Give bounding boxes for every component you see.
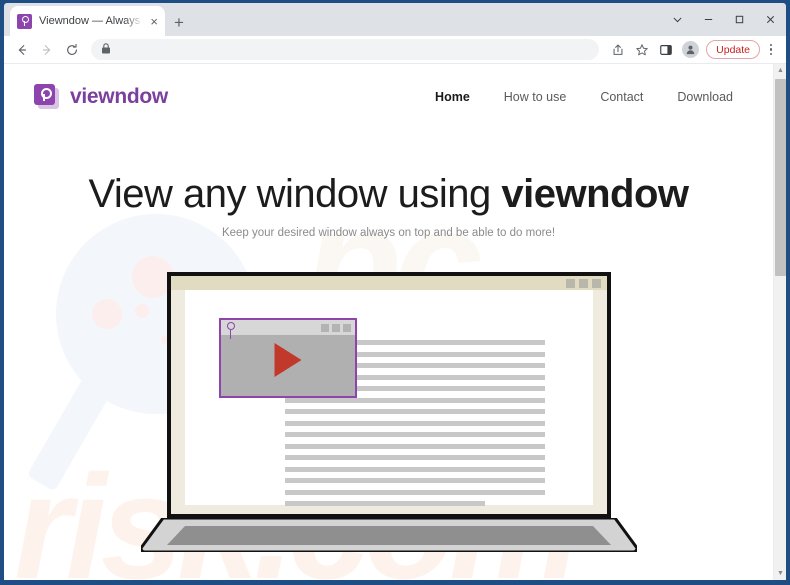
- address-bar[interactable]: [91, 39, 600, 60]
- scroll-down-arrow-icon[interactable]: ▼: [774, 567, 786, 580]
- floating-minimize-icon: [320, 323, 329, 332]
- keyhole-square-logo-icon: [34, 84, 60, 110]
- update-button[interactable]: Update: [706, 40, 760, 59]
- close-tab-icon[interactable]: ×: [150, 15, 158, 28]
- pin-icon: [226, 322, 235, 330]
- floating-maximize-icon: [331, 323, 340, 332]
- page-viewport: pc risk.com viewndow Home How to use Con…: [4, 64, 786, 580]
- tab-strip: Viewndow — Always view desired... × +: [4, 3, 786, 36]
- mock-text-line: [284, 397, 545, 403]
- nav-item-contact[interactable]: Contact: [600, 90, 643, 104]
- forward-button[interactable]: [35, 38, 58, 61]
- hero-section: View any window using viewndow Keep your…: [4, 172, 773, 239]
- tab-title: Viewndow — Always view desired...: [39, 15, 143, 27]
- mock-text-line: [284, 455, 545, 460]
- watermark-dot: [135, 304, 149, 318]
- scrollbar-thumb[interactable]: [775, 79, 786, 276]
- mock-text-line: [284, 501, 485, 506]
- nav-item-download[interactable]: Download: [677, 90, 733, 104]
- site-header: viewndow Home How to use Contact Downloa…: [4, 64, 773, 110]
- viewndow-favicon-icon: [17, 13, 32, 29]
- side-panel-icon[interactable]: [655, 39, 677, 61]
- hero-heading-bold: viewndow: [501, 172, 689, 216]
- mock-text-line: [284, 489, 545, 495]
- nav-item-home[interactable]: Home: [435, 90, 470, 104]
- page-scrollbar[interactable]: ▲ ▼: [773, 64, 786, 580]
- nav-item-how-to-use[interactable]: How to use: [504, 90, 567, 104]
- mock-close-icon: [591, 278, 601, 288]
- magnifier-handle-watermark: [26, 376, 112, 492]
- site-navigation: Home How to use Contact Download: [435, 90, 733, 104]
- share-icon[interactable]: [607, 39, 629, 61]
- new-tab-button[interactable]: +: [174, 14, 184, 31]
- mock-maximize-icon: [578, 278, 588, 288]
- mock-text-line: [284, 409, 545, 414]
- pin-stem-icon: [229, 330, 232, 339]
- scroll-up-arrow-icon[interactable]: ▲: [774, 64, 786, 77]
- window-controls: [662, 3, 786, 36]
- browser-tab[interactable]: Viewndow — Always view desired... ×: [10, 6, 165, 36]
- page-title: View any window using viewndow: [4, 172, 773, 216]
- floating-window-titlebar: [220, 320, 355, 339]
- back-button[interactable]: [10, 38, 33, 61]
- mock-text-line: [284, 478, 545, 483]
- floating-close-icon: [342, 323, 351, 332]
- mock-browser-titlebar: [170, 276, 607, 290]
- hero-subtitle: Keep your desired window always on top a…: [221, 227, 556, 239]
- laptop-base-wrapper: [138, 516, 639, 557]
- mock-text-line: [284, 432, 545, 437]
- tab-search-chevron-down-icon[interactable]: [662, 3, 693, 36]
- play-triangle-icon: [274, 342, 301, 377]
- brand-logo-link[interactable]: viewndow: [34, 84, 168, 110]
- mock-text-line: [284, 420, 545, 426]
- maximize-button[interactable]: [724, 3, 755, 36]
- brand-name: viewndow: [70, 85, 168, 108]
- browser-window: Viewndow — Always view desired... × +: [0, 0, 790, 585]
- web-page: pc risk.com viewndow Home How to use Con…: [4, 64, 773, 580]
- close-window-button[interactable]: [755, 3, 786, 36]
- hero-heading-normal: View any window using: [88, 172, 502, 216]
- browser-toolbar: Update: [4, 36, 786, 64]
- mock-text-line: [284, 443, 545, 449]
- laptop-screen: [166, 272, 611, 518]
- floating-always-on-top-window: [218, 318, 357, 398]
- laptop-base: [138, 516, 639, 554]
- laptop-illustration: [138, 272, 639, 557]
- lock-icon: [101, 41, 111, 59]
- minimize-button[interactable]: [693, 3, 724, 36]
- profile-avatar[interactable]: [679, 39, 701, 61]
- mock-minimize-icon: [565, 278, 575, 288]
- mock-text-line: [284, 466, 545, 472]
- browser-menu-icon[interactable]: [763, 39, 779, 61]
- reload-button[interactable]: [60, 38, 83, 61]
- bookmark-star-icon[interactable]: [631, 39, 653, 61]
- watermark-dot: [92, 299, 122, 329]
